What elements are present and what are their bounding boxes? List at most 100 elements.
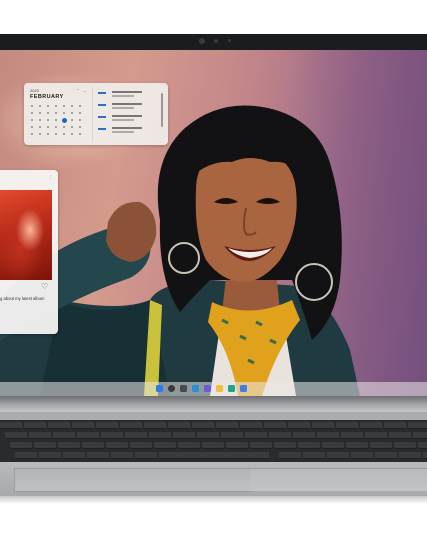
calendar-day[interactable] — [71, 112, 73, 114]
calendar-day[interactable] — [63, 105, 65, 107]
key[interactable] — [384, 422, 406, 429]
key[interactable] — [303, 452, 325, 459]
key[interactable] — [375, 452, 397, 459]
key[interactable] — [120, 422, 142, 429]
calendar-day[interactable] — [55, 126, 57, 128]
calendar-day[interactable] — [31, 105, 33, 107]
key[interactable] — [245, 432, 267, 439]
key[interactable] — [269, 432, 291, 439]
calendar-day[interactable] — [71, 119, 73, 121]
event-item[interactable] — [98, 115, 160, 124]
edge-icon[interactable] — [228, 385, 235, 392]
key[interactable] — [77, 432, 99, 439]
key[interactable] — [399, 452, 421, 459]
key[interactable] — [10, 442, 32, 449]
key[interactable] — [159, 452, 269, 459]
key[interactable] — [48, 422, 70, 429]
calendar-day[interactable] — [63, 133, 65, 135]
key[interactable] — [135, 452, 157, 459]
key[interactable] — [63, 452, 85, 459]
key[interactable] — [96, 422, 118, 429]
calendar-day[interactable] — [71, 126, 73, 128]
key[interactable] — [423, 452, 427, 459]
key[interactable] — [87, 452, 109, 459]
calendar-day[interactable] — [63, 126, 65, 128]
key[interactable] — [317, 432, 339, 439]
key[interactable] — [408, 422, 427, 429]
calendar-day[interactable] — [55, 119, 57, 121]
task-view-icon[interactable] — [180, 385, 187, 392]
key[interactable] — [288, 422, 310, 429]
calendar-day[interactable] — [39, 119, 41, 121]
calendar-scrollbar[interactable] — [161, 93, 163, 127]
key[interactable] — [279, 452, 301, 459]
calendar-day[interactable] — [79, 133, 81, 135]
calendar-day[interactable] — [31, 112, 33, 114]
key[interactable] — [0, 422, 22, 429]
key[interactable] — [351, 452, 373, 459]
more-options-icon[interactable]: ⋮ — [48, 175, 53, 181]
key[interactable] — [106, 442, 128, 449]
calendar-day[interactable] — [55, 133, 57, 135]
key[interactable] — [336, 422, 358, 429]
key[interactable] — [168, 422, 190, 429]
start-icon[interactable] — [156, 385, 163, 392]
key[interactable] — [178, 442, 200, 449]
event-item[interactable] — [98, 91, 160, 100]
chat-icon[interactable] — [204, 385, 211, 392]
calendar-day[interactable] — [39, 112, 41, 114]
key[interactable] — [192, 422, 214, 429]
calendar-day[interactable] — [47, 105, 49, 107]
calendar-day[interactable] — [39, 126, 41, 128]
key[interactable] — [360, 422, 382, 429]
calendar-day[interactable] — [47, 126, 49, 128]
key[interactable] — [72, 422, 94, 429]
event-item[interactable] — [98, 127, 160, 136]
key[interactable] — [365, 432, 387, 439]
key[interactable] — [173, 432, 195, 439]
key[interactable] — [197, 432, 219, 439]
widgets-icon[interactable] — [192, 385, 199, 392]
calendar-prev-icon[interactable]: ⌃ — [76, 88, 79, 93]
calendar-day[interactable] — [55, 112, 57, 114]
key[interactable] — [274, 442, 296, 449]
calendar-day[interactable] — [47, 133, 49, 135]
heart-icon[interactable]: ♡ — [41, 282, 48, 291]
store-icon[interactable] — [240, 385, 247, 392]
key[interactable] — [216, 422, 238, 429]
calendar-day[interactable] — [39, 105, 41, 107]
key[interactable] — [149, 432, 171, 439]
key[interactable] — [221, 432, 243, 439]
key[interactable] — [327, 452, 349, 459]
calendar-day[interactable] — [79, 119, 81, 121]
calendar-day[interactable] — [47, 119, 49, 121]
calendar-day[interactable] — [79, 105, 81, 107]
calendar-day[interactable] — [31, 133, 33, 135]
key[interactable] — [5, 432, 27, 439]
key[interactable] — [82, 442, 104, 449]
calendar-day[interactable] — [31, 126, 33, 128]
key[interactable] — [202, 442, 224, 449]
key[interactable] — [154, 442, 176, 449]
key[interactable] — [240, 422, 262, 429]
key[interactable] — [346, 442, 368, 449]
key[interactable] — [413, 432, 427, 439]
key[interactable] — [370, 442, 392, 449]
keyboard[interactable] — [0, 420, 427, 462]
key[interactable] — [312, 422, 334, 429]
key[interactable] — [418, 442, 427, 449]
calendar-day[interactable] — [47, 112, 49, 114]
key[interactable] — [34, 442, 56, 449]
key[interactable] — [394, 442, 416, 449]
key[interactable] — [322, 442, 344, 449]
key[interactable] — [250, 442, 272, 449]
key[interactable] — [130, 442, 152, 449]
event-item[interactable] — [98, 103, 160, 112]
calendar-day[interactable] — [55, 105, 57, 107]
key[interactable] — [15, 452, 37, 459]
key[interactable] — [101, 432, 123, 439]
calendar-today[interactable] — [62, 118, 67, 123]
calendar-next-icon[interactable]: ⌄ — [83, 88, 86, 93]
calendar-day[interactable] — [71, 105, 73, 107]
key[interactable] — [53, 432, 75, 439]
